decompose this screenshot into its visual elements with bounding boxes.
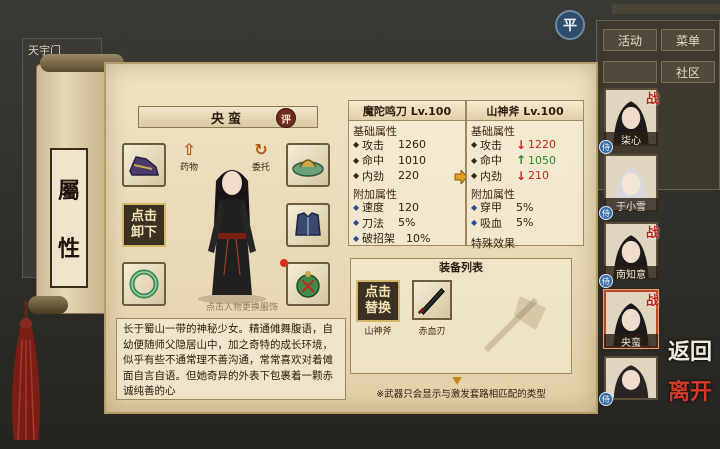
attr-value: 5%	[516, 216, 534, 230]
attr-row: ◆ 吸血 5%	[467, 215, 583, 231]
attr-value: 1050	[528, 153, 556, 167]
character-description: 长于蜀山一带的神秘少女。精通傩舞腹语，自幼便随师父隐居山中，加之奇特的成长环境，…	[116, 318, 346, 400]
equipment-list-title: 装备列表	[439, 261, 483, 274]
battle-tag: 战	[646, 92, 660, 107]
attribute-label-char2: 性	[57, 236, 80, 262]
hat-icon	[292, 159, 324, 177]
unequip-label-line2: 卸下	[130, 225, 157, 240]
replace-label-line2: 替换	[364, 301, 391, 316]
current-base-header: 基础属性	[353, 125, 397, 138]
equip-slot-ring[interactable]	[122, 262, 166, 306]
back-button[interactable]: 返回	[664, 330, 716, 370]
attr-key: 吸血	[480, 216, 502, 230]
attr-key: 攻击	[480, 138, 502, 152]
attr-key: 命中	[362, 154, 384, 168]
unequip-label-line1: 点击	[130, 209, 157, 224]
amulet-icon	[296, 271, 320, 298]
unequip-button[interactable]: 点击 卸下	[122, 203, 166, 247]
attr-value: 5%	[398, 216, 416, 230]
roster-portrait[interactable]	[604, 356, 658, 400]
attr-value: 1220	[528, 138, 556, 152]
notification-dot-icon	[280, 259, 288, 267]
down-arrow-icon: ↓	[516, 168, 527, 183]
compare-weapon-title: 山神斧 Lv.100	[467, 101, 583, 121]
attr-row: ◆ 穿甲 5%	[467, 200, 583, 216]
attr-value: 1260	[398, 138, 426, 152]
current-weapon-title: 魔陀鸣刀 Lv.100	[349, 101, 465, 121]
scroll-down-icon[interactable]	[452, 377, 462, 385]
equip-slot-hat[interactable]	[286, 143, 330, 187]
character-face-icon	[613, 365, 649, 398]
attr-key: 内劲	[480, 169, 502, 183]
attr-row: ◆ 攻击 1260	[349, 137, 465, 153]
equip-slot-shoes[interactable]	[122, 143, 166, 187]
attr-value: 5%	[516, 200, 534, 214]
shoes-icon	[129, 156, 159, 176]
bg-tab-blank[interactable]	[603, 61, 657, 83]
leave-button[interactable]: 离开	[664, 370, 716, 410]
attr-value: 120	[398, 200, 419, 214]
attribute-tab-label: 屬 性	[50, 148, 88, 288]
attribute-label-char1: 屬	[57, 178, 80, 204]
battle-tag: 战	[646, 226, 660, 241]
bg-tab-community[interactable]: 社区	[661, 61, 715, 83]
attr-key: 攻击	[362, 138, 384, 152]
bg-tab-activity[interactable]: 活动	[603, 29, 657, 51]
attr-row: ◆ 内劲 ↓ 210	[467, 168, 583, 184]
tassel-icon	[12, 300, 40, 440]
roster-name: 央蛮	[604, 334, 658, 349]
special-effect-header: 特殊效果	[471, 236, 515, 250]
attr-key: 刀法	[362, 216, 384, 230]
attr-key: 内劲	[362, 169, 384, 183]
compare-base-header: 基础属性	[471, 125, 515, 138]
skill-tag-icon: 侍	[599, 206, 613, 220]
attr-key: 穿甲	[480, 201, 502, 215]
blade-icon	[417, 287, 445, 315]
attr-value: 10%	[406, 231, 431, 245]
down-arrow-icon: ↓	[516, 137, 527, 152]
equip-item-name: 赤血刃	[418, 327, 446, 337]
evaluate-button[interactable]: 评	[276, 108, 296, 128]
compare-weapon-panel: 山神斧 Lv.100 基础属性 ◆ 攻击 ↓ 1220 ◆ 命中 ↑ 1050 ◆ 内劲 ↓ 21…	[466, 100, 584, 250]
skill-tag-icon: 侍	[599, 274, 613, 288]
attr-row: ◆ 速度 120	[349, 200, 465, 216]
attr-key: 破招架	[362, 232, 395, 246]
armor-icon	[295, 212, 321, 236]
attr-key: 速度	[362, 201, 384, 215]
equip-item-name: 山神斧	[364, 327, 392, 337]
equip-item-slot[interactable]	[412, 280, 452, 320]
replace-button[interactable]: 点击 替换	[356, 280, 400, 322]
character-name: 央蛮	[210, 111, 245, 127]
current-extra-header: 附加属性	[353, 187, 397, 201]
skill-tag-icon: 侍	[599, 392, 613, 406]
attr-value: 1010	[398, 153, 426, 167]
replace-label-line1: 点击	[364, 285, 391, 300]
attr-row: ◆ 内劲 220	[349, 168, 465, 184]
mode-icon[interactable]: 平	[555, 10, 585, 40]
attr-row: ◆ 刀法 5%	[349, 215, 465, 231]
attr-row: ◆ 破招架 10%	[349, 231, 465, 247]
skill-tag-icon: 侍	[599, 140, 613, 154]
bg-top-bar	[612, 4, 720, 14]
compare-extra-header: 附加属性	[471, 187, 515, 201]
weapon-filter-note: ※武器只会显示与激发套路相匹配的类型	[376, 389, 546, 400]
equip-slot-armor[interactable]	[286, 203, 330, 247]
swap-outfit-hint: 点击人物更换服饰	[205, 303, 278, 313]
bg-tab-menu[interactable]: 菜单	[661, 29, 715, 51]
attr-row: ◆ 攻击 ↓ 1220	[467, 137, 583, 153]
attr-key: 命中	[480, 154, 502, 168]
attr-value: 210	[528, 169, 549, 183]
jade-bracelet-icon	[129, 269, 159, 299]
attr-row: ◆ 命中 1010	[349, 153, 465, 169]
axe-watermark-icon	[483, 296, 546, 353]
battle-tag: 战	[646, 294, 660, 309]
attr-row: ◆ 命中 ↑ 1050	[467, 153, 583, 169]
current-weapon-panel: 魔陀鸣刀 Lv.100 基础属性 ◆ 攻击 1260 ◆ 命中 1010 ◆ 内劲 220 …	[348, 100, 466, 246]
character-portrait[interactable]	[188, 155, 276, 305]
up-arrow-icon: ↑	[516, 153, 527, 168]
